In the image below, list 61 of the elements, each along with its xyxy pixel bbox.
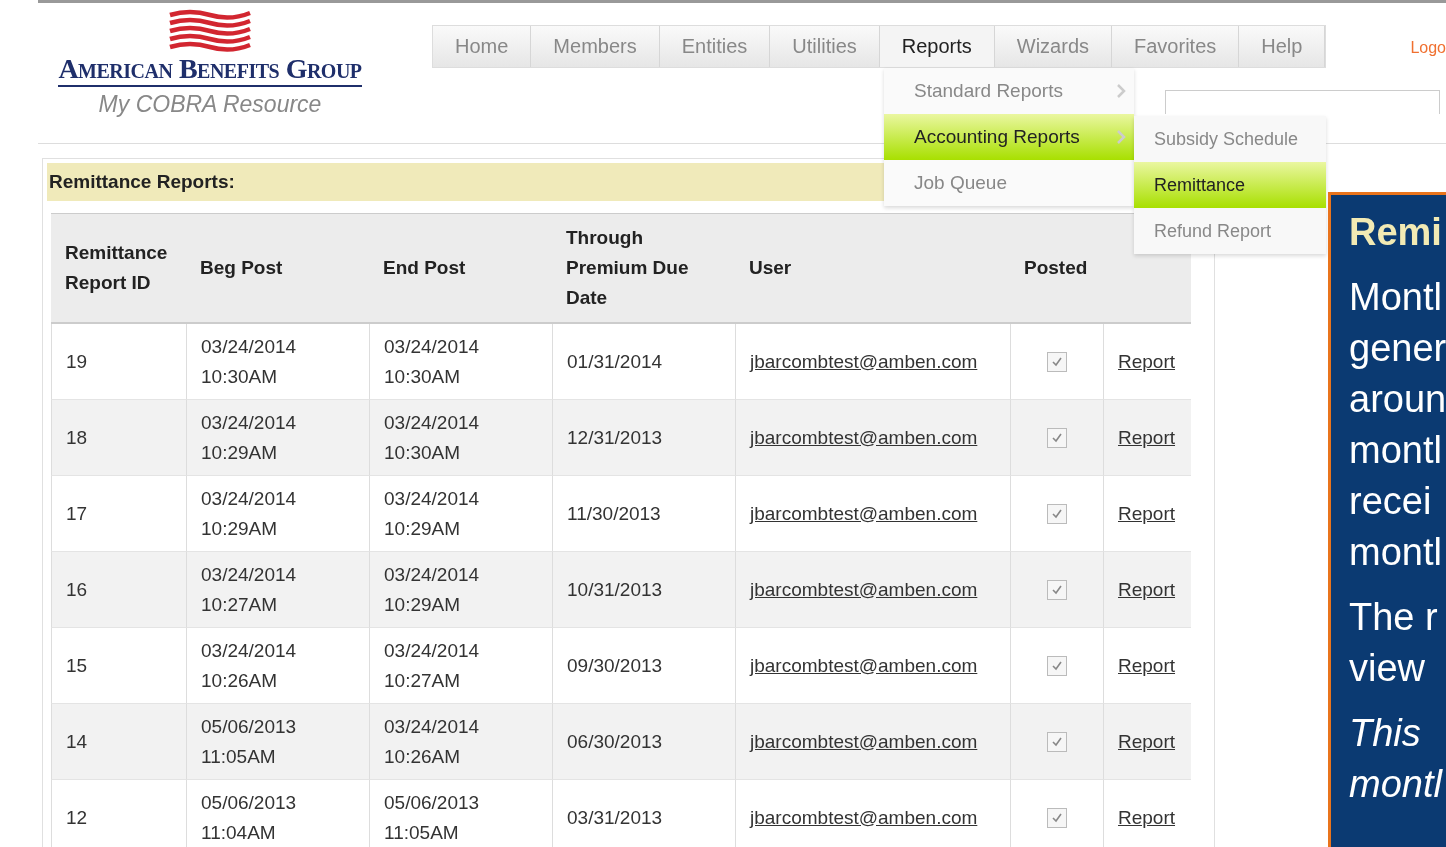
column-header: Through Premium Due Date: [552, 214, 735, 324]
logo-name: American Benefits Group: [58, 53, 362, 87]
flag-icon: [168, 9, 252, 53]
logo-tagline: My COBRA Resource: [98, 91, 322, 118]
table-cell-text: 05/06/2013 11:05AM: [201, 714, 298, 769]
table-cell-text: 03/24/2014 10:30AM: [384, 410, 481, 465]
table-cell-text: 05/06/2013 11:04AM: [201, 790, 298, 845]
table-cell-text: 18: [66, 425, 89, 450]
table-cell-text: 03/24/2014 10:27AM: [201, 562, 298, 617]
report-link[interactable]: Report: [1118, 346, 1177, 377]
column-header: Posted: [1010, 214, 1103, 324]
table-cell-text: 03/24/2014 10:26AM: [384, 714, 481, 769]
callout-text: gener: [1349, 326, 1446, 371]
callout-text: recei: [1349, 479, 1433, 524]
callout-text: aroun: [1349, 377, 1446, 422]
table-cell-text: 06/30/2013: [567, 729, 664, 754]
table-cell-text: 05/06/2013 11:05AM: [384, 790, 481, 845]
table-cell-text: 03/24/2014 10:29AM: [201, 410, 298, 465]
table-cell-text: 12: [66, 805, 89, 830]
callout-text: Montl: [1349, 275, 1443, 320]
callout-text: This: [1349, 711, 1422, 756]
column-header: Remittance Report ID: [51, 214, 186, 324]
user-link[interactable]: jbarcombtest@amben.com: [750, 802, 996, 833]
nav-tab[interactable]: Reports: [879, 26, 995, 67]
callout-text: montl: [1349, 530, 1443, 575]
table-cell-text: 16: [66, 577, 89, 602]
menu-item[interactable]: Accounting Reports: [884, 114, 1134, 160]
table-cell-text: 19: [66, 349, 89, 374]
callout-text: montl: [1349, 428, 1443, 473]
column-header: User: [735, 214, 1010, 324]
user-link[interactable]: jbarcombtest@amben.com: [750, 498, 996, 529]
callout-text: montl: [1349, 762, 1444, 807]
table-cell-text: 11/30/2013: [567, 501, 662, 526]
report-link[interactable]: Report: [1118, 498, 1177, 529]
column-header: Beg Post: [186, 214, 369, 324]
table-cell-text: 03/24/2014 10:29AM: [201, 486, 298, 541]
table-cell-text: 03/24/2014 10:30AM: [201, 334, 298, 389]
callout-text: The r: [1349, 595, 1439, 640]
callout-text: view: [1349, 646, 1427, 691]
column-header: End Post: [369, 214, 552, 324]
table-cell-text: 09/30/2013: [567, 653, 664, 678]
table-cell-text: 03/24/2014 10:26AM: [201, 638, 298, 693]
user-link[interactable]: jbarcombtest@amben.com: [750, 650, 996, 681]
menu-item[interactable]: Remittance: [1134, 162, 1326, 208]
report-link[interactable]: Report: [1118, 802, 1177, 833]
table-cell-text: 14: [66, 729, 89, 754]
table-cell-text: 12/31/2013: [567, 425, 664, 450]
table-cell-text: 01/31/2014: [567, 349, 664, 374]
table-cell-text: 03/24/2014 10:30AM: [384, 334, 481, 389]
table-cell-text: 03/24/2014 10:29AM: [384, 486, 481, 541]
report-link[interactable]: Report: [1118, 650, 1177, 681]
table-cell-text: 03/31/2013: [567, 805, 664, 830]
table-cell-text: 03/24/2014 10:27AM: [384, 638, 481, 693]
user-link[interactable]: jbarcombtest@amben.com: [750, 346, 996, 377]
search-field[interactable]: [1165, 90, 1440, 114]
table-cell-text: 15: [66, 653, 89, 678]
table-cell-text: 10/31/2013: [567, 577, 664, 602]
menu-item[interactable]: Standard Reports: [884, 68, 1134, 114]
table-cell-text: 17: [66, 501, 89, 526]
table-cell-text: 03/24/2014 10:29AM: [384, 562, 481, 617]
callout-title: Remi: [1349, 210, 1443, 255]
